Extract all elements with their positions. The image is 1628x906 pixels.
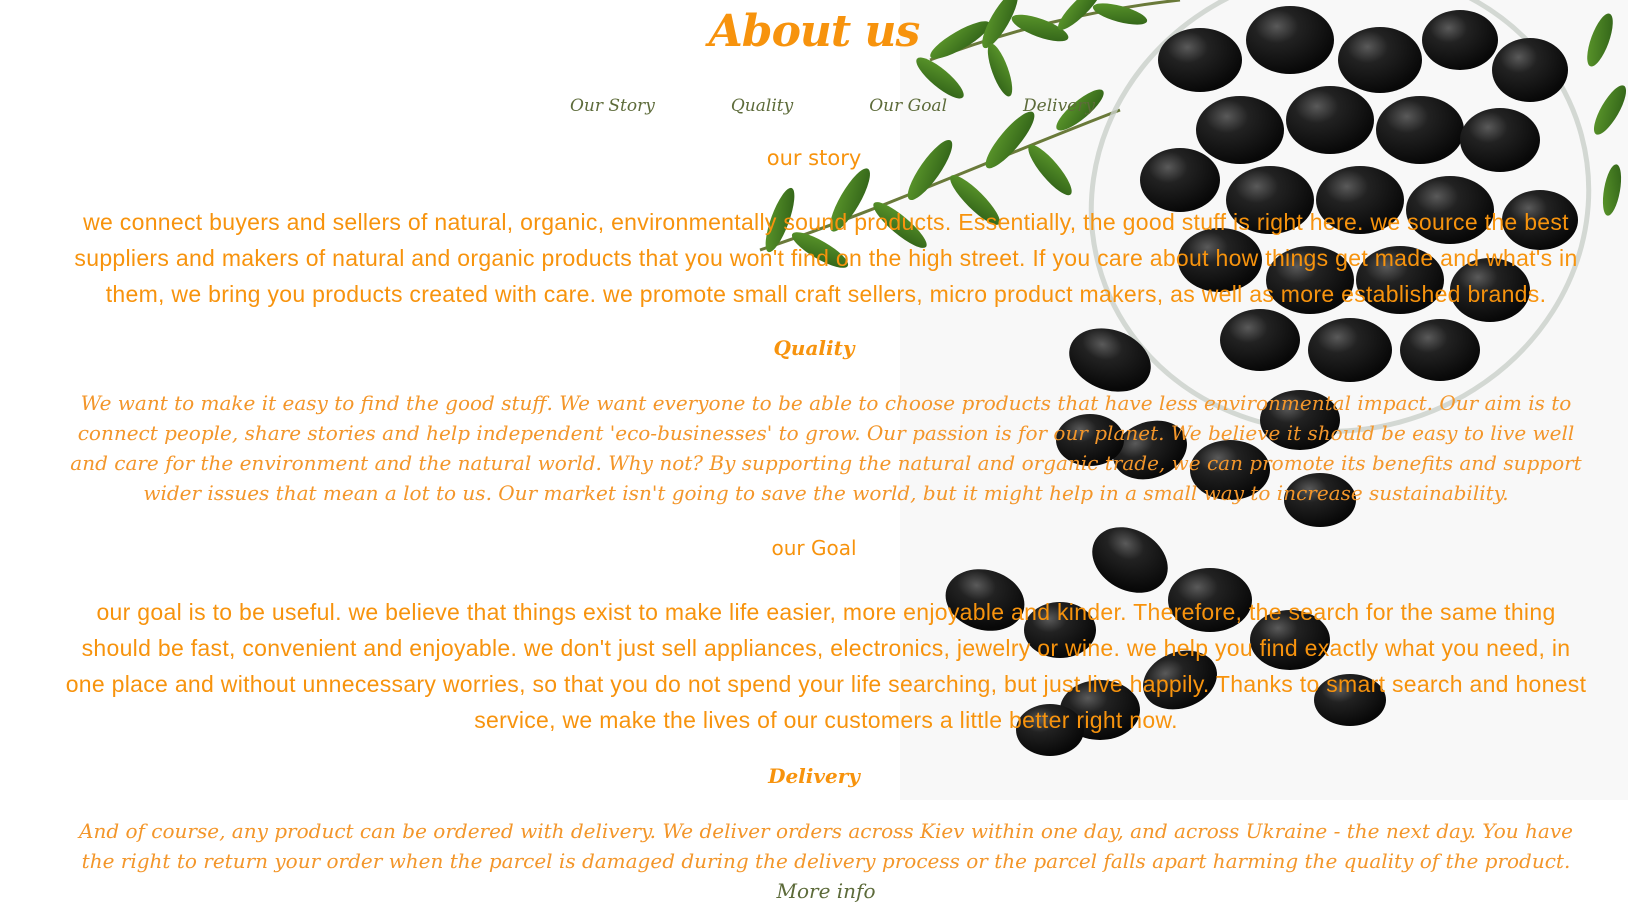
nav-link-our-story[interactable]: Our Story	[570, 96, 655, 116]
nav-link-delivery[interactable]: Delivery	[1023, 96, 1095, 116]
about-page: About us Our Story Quality Our Goal Deli…	[0, 0, 1628, 903]
nav-link-our-goal[interactable]: Our Goal	[869, 96, 947, 116]
section-text-quality: We want to make it easy to find the good…	[70, 391, 1582, 505]
more-info-link[interactable]: More info	[777, 879, 876, 903]
nav-link-quality[interactable]: Quality	[731, 96, 793, 116]
section-heading-our-story: our story	[766, 146, 862, 170]
page-title: About us	[708, 6, 921, 57]
section-text-delivery: And of course, any product can be ordere…	[62, 816, 1590, 906]
section-text-our-goal: our goal is to be useful. we believe tha…	[65, 599, 1587, 733]
section-heading-our-goal: our Goal	[771, 536, 857, 560]
section-nav: Our Story Quality Our Goal Delivery	[570, 96, 1171, 116]
delivery-text: And of course, any product can be ordere…	[79, 819, 1573, 873]
section-heading-delivery: Delivery	[768, 764, 860, 788]
section-heading-quality: Quality	[773, 336, 855, 360]
section-text-our-story: we connect buyers and sellers of natural…	[74, 209, 1578, 307]
